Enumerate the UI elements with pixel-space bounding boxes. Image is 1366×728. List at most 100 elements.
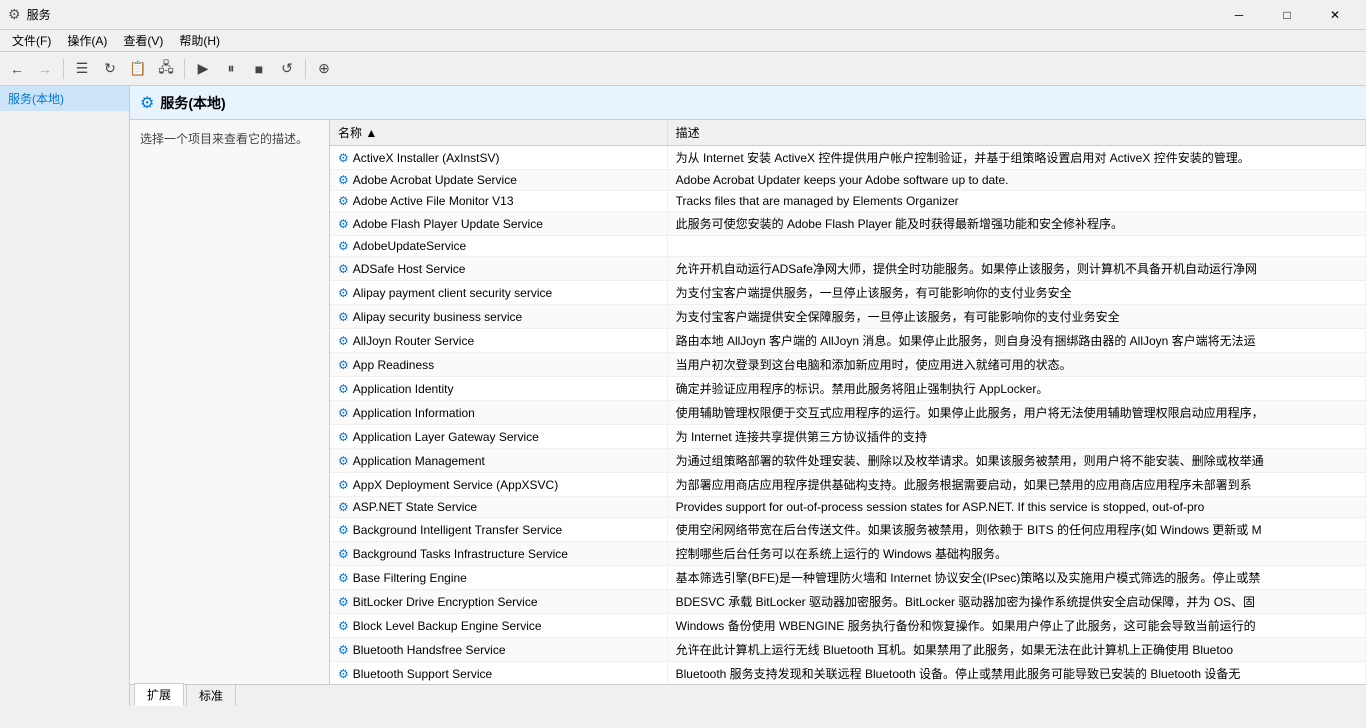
description-pane: 选择一个项目来查看它的描述。 (130, 120, 330, 684)
content-header-title: 服务(本地) (160, 93, 225, 113)
restart-button[interactable]: ↺ (274, 56, 300, 82)
service-desc: BDESVC 承载 BitLocker 驱动器加密服务。BitLocker 驱动… (667, 590, 1365, 614)
menu-action[interactable]: 操作(A) (59, 30, 115, 51)
service-name: ⚙ActiveX Installer (AxInstSV) (330, 146, 667, 170)
start-button[interactable]: ▶ (190, 56, 216, 82)
service-desc: 使用空闲网络带宽在后台传送文件。如果该服务被禁用，则依赖于 BITS 的任何应用… (667, 518, 1365, 542)
table-row[interactable]: ⚙Alipay security business service为支付宝客户端… (330, 305, 1366, 329)
service-desc: 允许开机自动运行ADSafe净网大师，提供全时功能服务。如果停止该服务，则计算机… (667, 257, 1365, 281)
pause-button[interactable]: ⏸ (218, 56, 244, 82)
title-bar-left: ⚙ 服务 (8, 6, 51, 23)
service-name: ⚙AppX Deployment Service (AppXSVC) (330, 473, 667, 497)
table-row[interactable]: ⚙Background Intelligent Transfer Service… (330, 518, 1366, 542)
service-desc: Bluetooth 服务支持发现和关联远程 Bluetooth 设备。停止或禁用… (667, 662, 1365, 685)
service-name: ⚙Background Tasks Infrastructure Service (330, 542, 667, 566)
table-row[interactable]: ⚙ActiveX Installer (AxInstSV)为从 Internet… (330, 146, 1366, 170)
show-hide-button[interactable]: ☰ (69, 56, 95, 82)
window-title: 服务 (27, 6, 51, 23)
menu-view[interactable]: 查看(V) (115, 30, 171, 51)
pane-area: 选择一个项目来查看它的描述。 名称 ▲ 描述 ⚙ActiveX Installe… (130, 120, 1366, 684)
app-icon: ⚙ (8, 6, 21, 23)
table-row[interactable]: ⚙ADSafe Host Service允许开机自动运行ADSafe净网大师，提… (330, 257, 1366, 281)
service-name: ⚙Adobe Acrobat Update Service (330, 170, 667, 191)
service-name: ⚙Adobe Flash Player Update Service (330, 212, 667, 236)
service-name: ⚙Adobe Active File Monitor V13 (330, 191, 667, 212)
table-row[interactable]: ⚙Application Layer Gateway Service为 Inte… (330, 425, 1366, 449)
service-desc: 允许在此计算机上运行无线 Bluetooth 耳机。如果禁用了此服务，如果无法在… (667, 638, 1365, 662)
more-button[interactable]: ⊕ (311, 56, 337, 82)
table-row[interactable]: ⚙App Readiness当用户初次登录到这台电脑和添加新应用时，使应用进入就… (330, 353, 1366, 377)
main-area: 服务(本地) ⚙ 服务(本地) 选择一个项目来查看它的描述。 名称 ▲ (0, 86, 1366, 706)
refresh-button[interactable]: ↻ (97, 56, 123, 82)
sidebar-item-label: 服务(本地) (8, 92, 64, 106)
tab-extended[interactable]: 扩展 (134, 683, 184, 706)
menu-help[interactable]: 帮助(H) (171, 30, 228, 51)
table-row[interactable]: ⚙Bluetooth Support ServiceBluetooth 服务支持… (330, 662, 1366, 685)
table-row[interactable]: ⚙Adobe Active File Monitor V13Tracks fil… (330, 191, 1366, 212)
service-name: ⚙Alipay security business service (330, 305, 667, 329)
desc-pane-text: 选择一个项目来查看它的描述。 (140, 132, 308, 146)
bottom-tabs: 扩展 标准 (130, 684, 1366, 706)
minimize-button[interactable]: ─ (1216, 1, 1262, 29)
service-name: ⚙AdobeUpdateService (330, 236, 667, 257)
col-name[interactable]: 名称 ▲ (330, 120, 667, 146)
table-row[interactable]: ⚙Application Information使用辅助管理权限便于交互式应用程… (330, 401, 1366, 425)
service-desc (667, 236, 1365, 257)
service-desc: 使用辅助管理权限便于交互式应用程序的运行。如果停止此服务，用户将无法使用辅助管理… (667, 401, 1365, 425)
menu-file[interactable]: 文件(F) (4, 30, 59, 51)
close-button[interactable]: ✕ (1312, 1, 1358, 29)
service-desc: 为支付宝客户端提供安全保障服务，一旦停止该服务，有可能影响你的支付业务安全 (667, 305, 1365, 329)
service-name: ⚙ADSafe Host Service (330, 257, 667, 281)
table-row[interactable]: ⚙AllJoyn Router Service路由本地 AllJoyn 客户端的… (330, 329, 1366, 353)
maximize-button[interactable]: □ (1264, 1, 1310, 29)
table-row[interactable]: ⚙Application Identity确定并验证应用程序的标识。禁用此服务将… (330, 377, 1366, 401)
toolbar-sep-2 (184, 59, 185, 79)
service-name: ⚙Application Layer Gateway Service (330, 425, 667, 449)
service-name: ⚙Base Filtering Engine (330, 566, 667, 590)
service-name: ⚙ASP.NET State Service (330, 497, 667, 518)
service-name: ⚙Application Identity (330, 377, 667, 401)
forward-button: → (32, 56, 58, 82)
sidebar-item-services-local[interactable]: 服务(本地) (0, 86, 129, 111)
service-name: ⚙Application Management (330, 449, 667, 473)
table-row[interactable]: ⚙Background Tasks Infrastructure Service… (330, 542, 1366, 566)
service-desc: 为通过组策略部署的软件处理安装、删除以及枚举请求。如果该服务被禁用，则用户将不能… (667, 449, 1365, 473)
service-desc: 当用户初次登录到这台电脑和添加新应用时，使应用进入就绪可用的状态。 (667, 353, 1365, 377)
table-row[interactable]: ⚙Alipay payment client security service为… (330, 281, 1366, 305)
export-button[interactable]: 📋 (125, 56, 151, 82)
table-row[interactable]: ⚙Application Management为通过组策略部署的软件处理安装、删… (330, 449, 1366, 473)
back-button[interactable]: ← (4, 56, 30, 82)
service-desc: 为部署应用商店应用程序提供基础构支持。此服务根据需要启动，如果已禁用的应用商店应… (667, 473, 1365, 497)
service-name: ⚙Background Intelligent Transfer Service (330, 518, 667, 542)
table-scroll[interactable]: 名称 ▲ 描述 ⚙ActiveX Installer (AxInstSV)为从 … (330, 120, 1366, 684)
table-row[interactable]: ⚙Adobe Acrobat Update ServiceAdobe Acrob… (330, 170, 1366, 191)
tab-standard[interactable]: 标准 (186, 684, 236, 706)
content-header: ⚙ 服务(本地) (130, 86, 1366, 120)
content-header-icon: ⚙ (140, 93, 154, 113)
table-row[interactable]: ⚙AdobeUpdateService (330, 236, 1366, 257)
col-desc[interactable]: 描述 (667, 120, 1365, 146)
service-desc: 为从 Internet 安装 ActiveX 控件提供用户帐户控制验证，并基于组… (667, 146, 1365, 170)
service-desc: Windows 备份使用 WBENGINE 服务执行备份和恢复操作。如果用户停止… (667, 614, 1365, 638)
table-row[interactable]: ⚙BitLocker Drive Encryption ServiceBDESV… (330, 590, 1366, 614)
table-row[interactable]: ⚙Block Level Backup Engine ServiceWindow… (330, 614, 1366, 638)
service-desc: 基本筛选引擎(BFE)是一种管理防火墙和 Internet 协议安全(IPsec… (667, 566, 1365, 590)
content-area: ⚙ 服务(本地) 选择一个项目来查看它的描述。 名称 ▲ 描述 (130, 86, 1366, 706)
service-desc: Provides support for out-of-process sess… (667, 497, 1365, 518)
table-row[interactable]: ⚙ASP.NET State ServiceProvides support f… (330, 497, 1366, 518)
table-row[interactable]: ⚙AppX Deployment Service (AppXSVC)为部署应用商… (330, 473, 1366, 497)
sidebar: 服务(本地) (0, 86, 130, 706)
service-desc: 为 Internet 连接共享提供第三方协议插件的支持 (667, 425, 1365, 449)
service-name: ⚙BitLocker Drive Encryption Service (330, 590, 667, 614)
title-bar-controls: ─ □ ✕ (1216, 1, 1358, 29)
table-row[interactable]: ⚙Base Filtering Engine基本筛选引擎(BFE)是一种管理防火… (330, 566, 1366, 590)
properties-button[interactable]: 🖧 (153, 56, 179, 82)
service-desc: 路由本地 AllJoyn 客户端的 AllJoyn 消息。如果停止此服务，则自身… (667, 329, 1365, 353)
table-pane: 名称 ▲ 描述 ⚙ActiveX Installer (AxInstSV)为从 … (330, 120, 1366, 684)
service-name: ⚙Block Level Backup Engine Service (330, 614, 667, 638)
table-row[interactable]: ⚙Bluetooth Handsfree Service允许在此计算机上运行无线… (330, 638, 1366, 662)
toolbar-sep-1 (63, 59, 64, 79)
service-desc: 控制哪些后台任务可以在系统上运行的 Windows 基础构服务。 (667, 542, 1365, 566)
table-row[interactable]: ⚙Adobe Flash Player Update Service此服务可使您… (330, 212, 1366, 236)
stop-button[interactable]: ■ (246, 56, 272, 82)
